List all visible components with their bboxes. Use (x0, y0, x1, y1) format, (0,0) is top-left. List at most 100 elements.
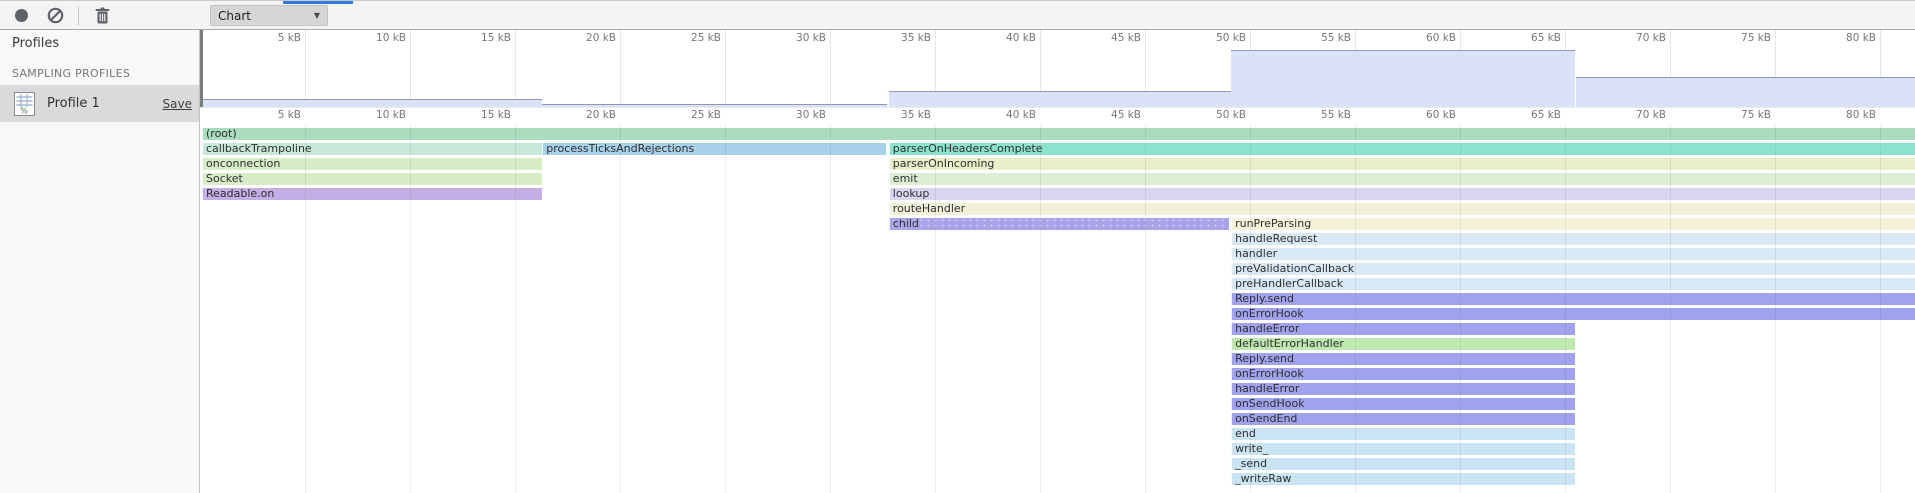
overview-tick-label: 30 kB (770, 32, 826, 44)
overview-tick-label: 55 kB (1295, 32, 1351, 44)
sidebar-item-profile-1[interactable]: % Profile 1 Save (0, 85, 199, 122)
flame-segment[interactable]: onErrorHook (1231, 308, 1915, 320)
overview-tick-label: 45 kB (1085, 32, 1141, 44)
overview-tick-label: 35 kB (875, 32, 931, 44)
gridline (830, 125, 831, 493)
flame-segment[interactable]: parserOnHeadersComplete (889, 143, 1915, 155)
flame-segment[interactable]: emit (889, 173, 1915, 185)
overview-tick-label: 65 kB (1505, 32, 1561, 44)
record-button[interactable] (10, 5, 32, 27)
gridline (1145, 125, 1146, 493)
gridline (1355, 125, 1356, 493)
detail-tick-label: 25 kB (665, 109, 721, 121)
detail-tick-label: 60 kB (1400, 109, 1456, 121)
profile-name: Profile 1 (47, 96, 100, 111)
overview-tick-label: 5 kB (245, 32, 301, 44)
detail-tick-label: 35 kB (875, 109, 931, 121)
flame-segment[interactable]: lookup (889, 188, 1915, 200)
overview-tick-label: 75 kB (1715, 32, 1771, 44)
detail-tick-label: 70 kB (1610, 109, 1666, 121)
detail-tick-label: 15 kB (455, 109, 511, 121)
trash-icon (95, 7, 110, 24)
detail-tick-label: 40 kB (980, 109, 1036, 121)
flame-chart-area: (root) callbackTrampolineprocessTicksAndR… (200, 30, 1915, 493)
overview-silhouette-segment (1231, 50, 1575, 107)
gridline (1250, 125, 1251, 493)
gridline (1565, 125, 1566, 493)
overview-tick-label: 40 kB (980, 32, 1036, 44)
sidebar: Profiles SAMPLING PROFILES % Profile 1 S… (0, 30, 200, 493)
flame-segment[interactable]: onSendEnd (1231, 413, 1575, 425)
overview-tick-label: 60 kB (1400, 32, 1456, 44)
flame-segment[interactable]: defaultErrorHandler (1231, 338, 1575, 350)
gridline (515, 125, 516, 493)
flame-segment[interactable]: onSendHook (1231, 398, 1575, 410)
overview-tick-label: 15 kB (455, 32, 511, 44)
flame-segment[interactable]: callbackTrampoline (202, 143, 542, 155)
gridline (1670, 125, 1671, 493)
gridline (725, 125, 726, 493)
flame-segment[interactable]: _writeRaw (1231, 473, 1575, 485)
detail-tick-label: 5 kB (245, 109, 301, 121)
clear-icon (47, 7, 64, 24)
detail-tick-label: 50 kB (1190, 109, 1246, 121)
detail-tick-label: 10 kB (350, 109, 406, 121)
flame-segment[interactable]: onErrorHook (1231, 368, 1575, 380)
toolbar: Chart ▼ (0, 0, 1915, 30)
toolbar-separator (78, 7, 79, 25)
gridline (305, 30, 306, 107)
flame-segment[interactable]: runPreParsing (1231, 218, 1915, 230)
detail-tick-label: 20 kB (560, 109, 616, 121)
overview-tick-label: 20 kB (560, 32, 616, 44)
view-mode-select[interactable]: Chart ▼ (210, 5, 328, 26)
clear-button[interactable] (44, 5, 66, 27)
flame-segment[interactable]: Socket (202, 173, 542, 185)
flame-segment[interactable]: child (889, 218, 1229, 230)
flame-segment[interactable]: Reply.send (1231, 353, 1575, 365)
flame-segment[interactable]: _send (1231, 458, 1575, 470)
gridline (620, 125, 621, 493)
gridline (830, 30, 831, 107)
delete-button[interactable] (91, 5, 113, 27)
gridline (515, 30, 516, 107)
flame-segment[interactable]: onconnection (202, 158, 542, 170)
record-icon (14, 8, 29, 23)
flame-segment[interactable]: end (1231, 428, 1575, 440)
flame-segment[interactable]: processTicksAndRejections (542, 143, 886, 155)
gridline (305, 125, 306, 493)
overview-left-grippy[interactable] (200, 30, 203, 107)
overview-tick-label: 80 kB (1820, 32, 1876, 44)
gridline (1775, 125, 1776, 493)
flame-graph[interactable]: (root) callbackTrampolineprocessTicksAndR… (200, 125, 1915, 493)
flame-segment[interactable]: handler (1231, 248, 1915, 260)
overview-silhouette-segment (542, 104, 886, 107)
view-mode-value: Chart (218, 9, 251, 23)
overview-silhouette-segment (889, 91, 1231, 107)
overview-tick-label: 10 kB (350, 32, 406, 44)
sampling-profiles-label: SAMPLING PROFILES (12, 67, 130, 80)
flame-segment[interactable]: handleError (1231, 323, 1575, 335)
flame-segment[interactable]: preHandlerCallback (1231, 278, 1915, 290)
sidebar-title: Profiles (12, 36, 59, 51)
flame-segment[interactable]: routeHandler (889, 203, 1915, 215)
flame-segment[interactable]: (root) (202, 128, 1915, 140)
detail-tick-label: 30 kB (770, 109, 826, 121)
flame-segment[interactable]: Reply.send (1231, 293, 1915, 305)
overview-tick-label: 50 kB (1190, 32, 1246, 44)
flame-segment[interactable]: handleRequest (1231, 233, 1915, 245)
gridline (410, 125, 411, 493)
detail-tick-label: 65 kB (1505, 109, 1561, 121)
detail-tick-label: 45 kB (1085, 109, 1141, 121)
flame-segment[interactable]: write_ (1231, 443, 1575, 455)
gridline (935, 125, 936, 493)
flame-segment[interactable]: handleError (1231, 383, 1575, 395)
flame-segment[interactable]: preValidationCallback (1231, 263, 1915, 275)
flame-segment[interactable]: Readable.on (202, 188, 542, 200)
detail-tick-label: 55 kB (1295, 109, 1351, 121)
detail-tick-label: 75 kB (1715, 109, 1771, 121)
profile-list-icon: % (14, 92, 35, 116)
flame-segment[interactable]: parserOnIncoming (889, 158, 1915, 170)
save-link[interactable]: Save (163, 97, 192, 111)
detail-tick-label: 80 kB (1820, 109, 1876, 121)
active-tab-indicator (283, 1, 353, 4)
